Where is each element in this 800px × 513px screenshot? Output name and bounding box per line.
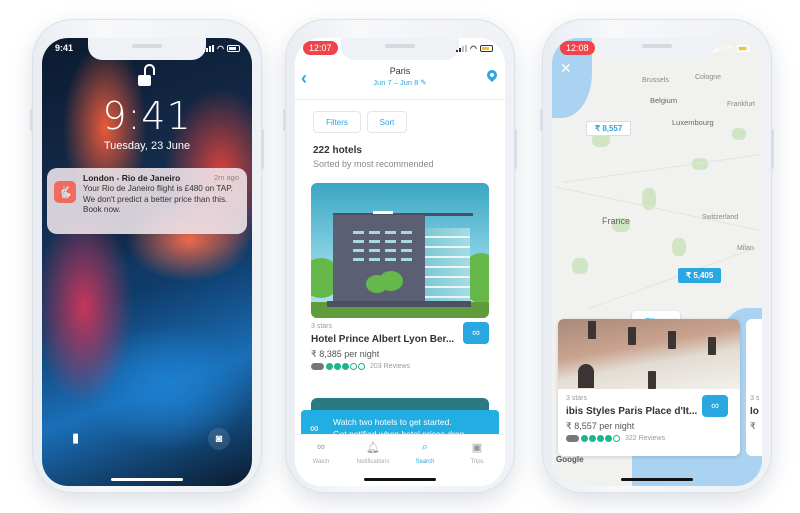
battery-icon xyxy=(480,45,493,52)
binoculars-icon: ∞ xyxy=(711,400,719,412)
tab-trips[interactable]: ▣ Trips xyxy=(451,441,503,465)
signal-icon xyxy=(456,45,468,52)
phone-map: ondon Brussels Cologne Belgium Frankfurt… xyxy=(540,19,774,493)
map-hotel-card-next[interactable]: 3 s Io ₹ xyxy=(746,319,762,456)
hotel-list-screen: 12:07 ◠ ‹ Paris Jun 7 – Jun 8 ✎ Filters … xyxy=(295,38,505,486)
status-time: 12:07 xyxy=(303,41,338,55)
camera-icon[interactable]: ◙ xyxy=(208,428,230,450)
hotel-stars: 3 stars xyxy=(566,395,588,402)
hotel-photo xyxy=(558,319,740,389)
search-icon: ⌕ xyxy=(421,441,429,453)
home-indicator[interactable] xyxy=(111,478,183,481)
tripadvisor-rating: 322 Reviews xyxy=(566,435,665,442)
review-count[interactable]: 203 Reviews xyxy=(370,363,410,370)
battery-icon xyxy=(227,45,240,52)
hotel-name[interactable]: Hotel Prince Albert Lyon Ber... xyxy=(311,334,454,345)
tripadvisor-icon xyxy=(566,435,579,442)
notification-title: London - Rio de Janeiro xyxy=(83,173,181,183)
price-pin[interactable]: ₹ 8,557 xyxy=(586,121,632,136)
binoculars-icon: ∞ xyxy=(472,327,480,339)
wifi-icon: ◠ xyxy=(217,44,224,53)
tab-watch[interactable]: ∞ Watch xyxy=(295,441,347,465)
header-city: Paris xyxy=(389,66,411,76)
bell-icon: 🔔︎ xyxy=(366,442,380,454)
price-pin-selected[interactable]: ₹ 5,405 xyxy=(678,268,722,283)
wifi-icon: ◠ xyxy=(470,44,477,53)
tab-notifications[interactable]: 🔔︎ Notifications xyxy=(347,441,399,465)
tripadvisor-rating: 203 Reviews xyxy=(311,363,410,370)
hotel-count: 222 hotels xyxy=(313,145,362,156)
tab-search[interactable]: ⌕ Search xyxy=(399,441,451,465)
signal-icon xyxy=(713,45,725,52)
phone-hotel-list: 12:07 ◠ ‹ Paris Jun 7 – Jun 8 ✎ Filters … xyxy=(283,19,517,493)
filters-button[interactable]: Filters xyxy=(313,111,361,133)
hotel-price: ₹ 8,385 per night xyxy=(311,349,380,359)
sort-description: Sorted by most recommended xyxy=(313,159,434,169)
flashlight-icon[interactable]: ▮ xyxy=(72,430,79,446)
status-bar: 12:07 ◠ xyxy=(295,41,505,57)
lockscreen: 9:41 ◠ 9:41 Tuesday, 23 June 🐇 London - … xyxy=(42,38,252,486)
binoculars-icon: ∞ xyxy=(310,421,319,435)
hotel-name[interactable]: ibis Styles Paris Place d'It... xyxy=(566,406,697,417)
map-screen: ondon Brussels Cologne Belgium Frankfurt… xyxy=(552,38,762,486)
close-icon[interactable]: ✕ xyxy=(560,60,572,77)
binoculars-icon: ∞ xyxy=(317,441,325,453)
app-showcase: 9:41 ◠ 9:41 Tuesday, 23 June 🐇 London - … xyxy=(0,0,800,513)
notification-time: 2m ago xyxy=(213,173,239,182)
watch-hotel-button[interactable]: ∞ xyxy=(463,322,489,344)
unlock-icon xyxy=(138,64,156,86)
home-indicator[interactable] xyxy=(364,478,436,481)
watch-hotel-button[interactable]: ∞ xyxy=(702,395,728,417)
google-logo: Google xyxy=(556,455,584,464)
signal-icon xyxy=(203,45,215,52)
status-time: 9:41 xyxy=(55,43,74,53)
hotel-stars: 3 stars xyxy=(311,323,333,330)
battery-icon xyxy=(737,45,750,52)
toast-line-1: Watch two hotels to get started. xyxy=(333,417,452,427)
review-count[interactable]: 322 Reviews xyxy=(625,435,665,442)
search-header: ‹ Paris Jun 7 – Jun 8 ✎ xyxy=(295,60,505,100)
lock-clock: 9:41 xyxy=(102,94,192,138)
status-bar: 12:08 ◠ xyxy=(552,41,762,57)
tripadvisor-icon xyxy=(311,363,324,370)
hotel-price: ₹ 8,557 per night xyxy=(566,421,635,431)
home-indicator[interactable] xyxy=(621,478,693,481)
push-notification[interactable]: 🐇 London - Rio de Janeiro 2m ago Your Ri… xyxy=(47,168,247,234)
header-dates[interactable]: Jun 7 – Jun 8 ✎ xyxy=(295,78,505,87)
notification-body: Your Rio de Janeiro flight is £480 on TA… xyxy=(83,184,233,214)
status-time: 12:08 xyxy=(560,41,595,55)
phone-lockscreen: 9:41 ◠ 9:41 Tuesday, 23 June 🐇 London - … xyxy=(30,19,264,493)
status-bar: 9:41 ◠ xyxy=(42,41,252,57)
sort-button[interactable]: Sort xyxy=(367,111,407,133)
hotel-image[interactable] xyxy=(311,183,489,318)
suitcase-icon: ▣ xyxy=(471,442,483,454)
lock-date: Tuesday, 23 June xyxy=(103,140,191,152)
map-hotel-card[interactable]: 3 stars ibis Styles Paris Place d'It... … xyxy=(558,319,740,456)
wifi-icon: ◠ xyxy=(727,44,734,53)
rabbit-icon: 🐇 xyxy=(54,181,76,203)
